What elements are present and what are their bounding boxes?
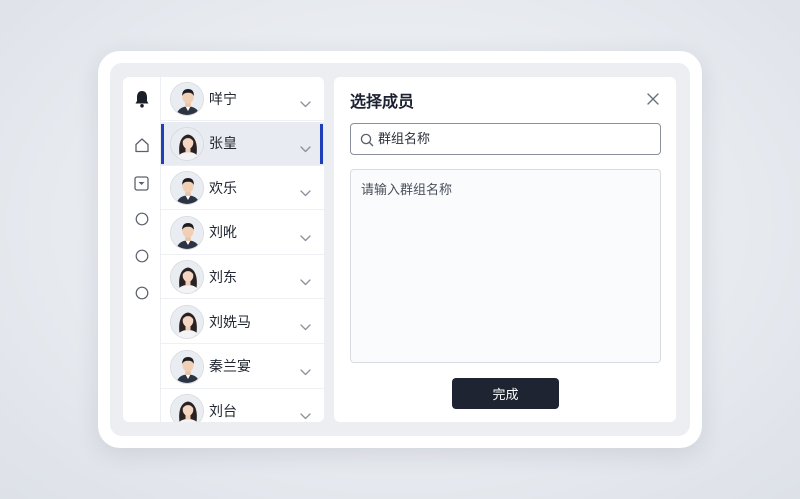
chevron-down-icon[interactable]	[300, 93, 311, 112]
contact-row[interactable]: 刘姺马	[161, 300, 324, 344]
inbox-icon[interactable]	[123, 173, 160, 193]
contact-name: 刘姺马	[209, 314, 251, 331]
chevron-down-icon[interactable]	[300, 316, 311, 335]
avatar	[170, 394, 204, 422]
avatar	[170, 126, 204, 161]
contact-row[interactable]: 刘东	[161, 255, 324, 300]
icon-rail	[123, 77, 160, 422]
contact-name: 张皇	[209, 136, 237, 153]
contact-name: 咩宁	[209, 91, 237, 108]
contact-row[interactable]: 刘台	[161, 389, 324, 422]
contact-row[interactable]: 刘吪	[161, 211, 324, 255]
chevron-down-icon[interactable]	[300, 227, 311, 246]
chevron-down-icon[interactable]	[300, 405, 311, 422]
selection-indicator	[161, 123, 164, 164]
avatar	[170, 82, 204, 116]
contact-name: 刘台	[209, 403, 237, 420]
contact-name: 刘东	[209, 269, 237, 286]
group-name-textarea[interactable]	[350, 169, 661, 363]
bell-icon[interactable]	[123, 89, 160, 109]
group-name-search	[350, 123, 661, 155]
contact-name: 秦兰宴	[209, 359, 251, 376]
chevron-down-icon[interactable]	[300, 138, 311, 157]
contact-name: 刘吪	[209, 225, 237, 242]
circle-icon[interactable]	[123, 246, 160, 266]
contact-row[interactable]: 欢乐	[161, 166, 324, 211]
selection-indicator	[320, 123, 323, 164]
done-button[interactable]: 完成	[452, 378, 559, 409]
avatar	[170, 349, 204, 384]
chevron-down-icon[interactable]	[300, 361, 311, 380]
search-input[interactable]	[378, 128, 648, 150]
contact-name: 欢乐	[209, 180, 237, 197]
circle-icon[interactable]	[123, 283, 160, 303]
close-icon[interactable]	[645, 91, 661, 107]
avatar	[170, 171, 204, 206]
panel-title: 选择成员	[350, 92, 415, 111]
chevron-down-icon[interactable]	[300, 271, 311, 290]
chevron-down-icon[interactable]	[300, 182, 311, 201]
avatar	[170, 305, 204, 339]
contact-row[interactable]: 张皇	[161, 121, 324, 166]
circle-icon[interactable]	[123, 209, 160, 229]
home-icon[interactable]	[123, 135, 160, 155]
contact-list: 咩宁张皇欢乐刘吪刘东刘姺马秦兰宴刘台	[161, 77, 324, 422]
avatar	[170, 260, 204, 295]
contact-row[interactable]: 秦兰宴	[161, 345, 324, 389]
search-icon	[360, 132, 374, 151]
contact-row[interactable]: 咩宁	[161, 77, 324, 121]
avatar	[170, 215, 204, 250]
